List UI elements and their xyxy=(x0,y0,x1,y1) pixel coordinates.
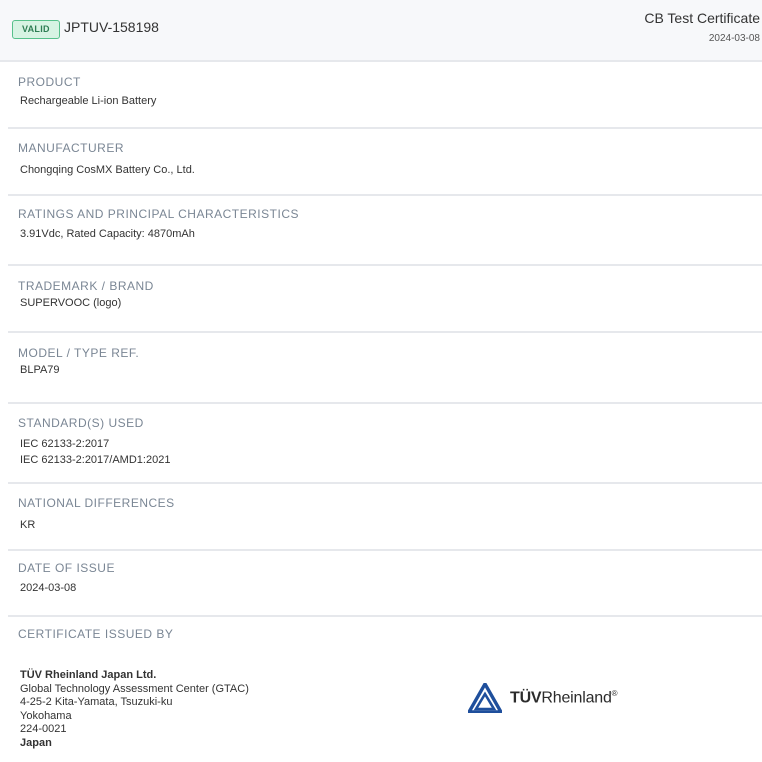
issuer-country: Japan xyxy=(20,736,52,749)
trademark-value: SUPERVOOC (logo) xyxy=(20,297,122,309)
standard-item: IEC 62133-2:2017/AMD1:2021 xyxy=(20,454,171,466)
manufacturer-label: MANUFACTURER xyxy=(18,141,125,155)
tuv-triangle-logo-icon xyxy=(468,683,502,713)
manufacturer-section: MANUFACTURER Chongqing CosMX Battery Co.… xyxy=(8,129,762,196)
document-type: CB Test Certificate xyxy=(644,10,760,26)
national-differences-value: KR xyxy=(20,519,36,531)
trademark-label: TRADEMARK / BRAND xyxy=(18,279,154,293)
issued-by-label: CERTIFICATE ISSUED BY xyxy=(18,627,174,641)
trademark-section: TRADEMARK / BRAND SUPERVOOC (logo) xyxy=(8,266,762,333)
tuv-rheinland-logo: TÜVRheinland® xyxy=(468,683,618,713)
certificate-number: JPTUV-158198 xyxy=(64,19,159,35)
issued-by-section: CERTIFICATE ISSUED BY TÜV Rheinland Japa… xyxy=(8,617,762,762)
logo-wordmark-prefix: TÜV xyxy=(510,689,542,707)
status-badge: VALID xyxy=(12,20,60,39)
product-value: Rechargeable Li-ion Battery xyxy=(20,95,157,107)
ratings-section: RATINGS AND PRINCIPAL CHARACTERISTICS 3.… xyxy=(8,196,762,266)
standards-section: STANDARD(S) USED IEC 62133-2:2017 IEC 62… xyxy=(8,404,762,484)
date-of-issue-section: DATE OF ISSUE 2024-03-08 xyxy=(8,551,762,617)
standard-item: IEC 62133-2:2017 xyxy=(20,438,110,450)
standards-label: STANDARD(S) USED xyxy=(18,416,144,430)
ratings-label: RATINGS AND PRINCIPAL CHARACTERISTICS xyxy=(18,207,299,221)
address-line: 224-0021 xyxy=(20,723,67,736)
logo-wordmark-suffix: Rheinland xyxy=(541,689,612,707)
address-line: 4-25-2 Kita-Yamata, Tsuzuki-ku xyxy=(20,696,173,709)
registered-mark: ® xyxy=(611,688,618,698)
national-differences-label: NATIONAL DIFFERENCES xyxy=(18,496,175,510)
logo-wordmark: TÜVRheinland® xyxy=(510,688,618,707)
issuer-name: TÜV Rheinland Japan Ltd. xyxy=(20,669,157,681)
date-of-issue-label: DATE OF ISSUE xyxy=(18,561,115,575)
ratings-value: 3.91Vdc, Rated Capacity: 4870mAh xyxy=(20,228,195,240)
product-label: PRODUCT xyxy=(18,75,81,89)
certificate-header: VALID JPTUV-158198 CB Test Certificate 2… xyxy=(0,0,762,62)
address-line: Global Technology Assessment Center (GTA… xyxy=(20,682,249,695)
model-section: MODEL / TYPE REF. BLPA79 xyxy=(8,333,762,404)
product-section: PRODUCT Rechargeable Li-ion Battery xyxy=(8,62,762,129)
address-line: Yokohama xyxy=(20,709,72,722)
manufacturer-value: Chongqing CosMX Battery Co., Ltd. xyxy=(20,164,195,176)
issuer-address: TÜV Rheinland Japan Ltd. Global Technolo… xyxy=(20,669,249,751)
date-of-issue-value: 2024-03-08 xyxy=(20,582,77,594)
document-date: 2024-03-08 xyxy=(708,33,760,44)
model-label: MODEL / TYPE REF. xyxy=(18,346,140,360)
model-value: BLPA79 xyxy=(20,364,60,376)
national-differences-section: NATIONAL DIFFERENCES KR xyxy=(8,484,762,551)
